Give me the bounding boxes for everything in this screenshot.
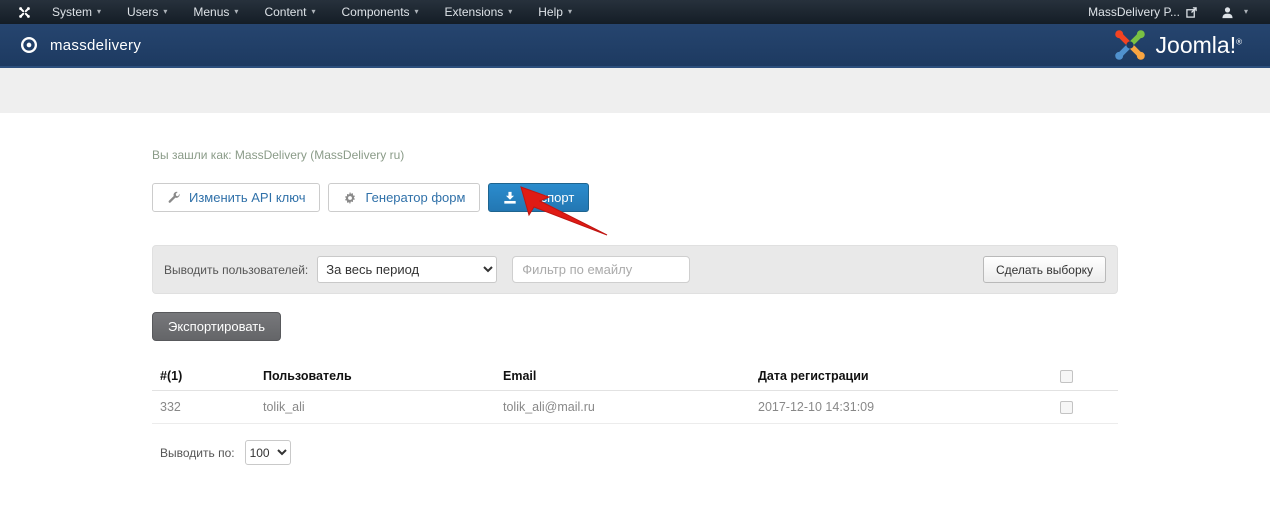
export-action-button[interactable]: Экспортировать [152, 312, 281, 341]
chevron-down-icon: ▾ [163, 8, 167, 16]
column-header: #(1) [152, 369, 255, 383]
change-api-key-label: Изменить API ключ [189, 190, 305, 205]
form-generator-label: Генератор форм [365, 190, 465, 205]
filter-label: Выводить пользователей: [164, 263, 308, 277]
joomla-favicon-icon[interactable] [18, 6, 31, 19]
chevron-down-icon: ▾ [415, 8, 419, 16]
menu-item-label: Menus [193, 5, 229, 19]
users-table: #(1)ПользовательEmailДата регистрации 33… [152, 364, 1118, 424]
menu-item-label: System [52, 5, 92, 19]
menu-item-menus[interactable]: Menus ▾ [180, 0, 251, 24]
joomla-x-icon [1112, 27, 1148, 63]
export-button[interactable]: Экспорт [488, 183, 589, 212]
chevron-down-icon: ▾ [1244, 8, 1248, 16]
menu-item-extensions[interactable]: Extensions ▾ [432, 0, 526, 24]
table-header-row: #(1)ПользовательEmailДата регистрации [152, 364, 1118, 391]
logged-in-as-text: Вы зашли как: MassDelivery (MassDelivery… [152, 113, 1118, 162]
menu-item-help[interactable]: Help ▾ [525, 0, 585, 24]
select-all-checkbox[interactable] [1060, 370, 1073, 383]
component-title-bar: massdelivery Joomla!® [0, 24, 1270, 68]
menu-item-label: Help [538, 5, 563, 19]
column-header: Пользователь [255, 369, 495, 383]
menu-item-label: Content [264, 5, 306, 19]
table-body: 332tolik_alitolik_ali@mail.ru2017-12-10 … [152, 391, 1118, 424]
menu-item-label: Users [127, 5, 158, 19]
email-filter-input[interactable] [512, 256, 690, 283]
bullseye-icon [20, 36, 38, 54]
change-api-key-button[interactable]: Изменить API ключ [152, 183, 320, 212]
cell-id: 332 [152, 400, 255, 414]
cell-user: tolik_ali [255, 400, 495, 414]
per-page-control: Выводить по: 100 [152, 440, 1118, 465]
chevron-down-icon: ▾ [311, 8, 315, 16]
column-header: Дата регистрации [750, 369, 1052, 383]
user-menu[interactable]: ▾ [1211, 6, 1258, 19]
column-header: Email [495, 369, 750, 383]
topbar-menu: System▾Users▾Menus▾Content▾Components▾Ex… [39, 0, 585, 24]
chevron-down-icon: ▾ [508, 8, 512, 16]
admin-top-bar: System▾Users▾Menus▾Content▾Components▾Ex… [0, 0, 1270, 24]
topbar-right: MassDelivery P... ▾ [1080, 5, 1258, 19]
row-checkbox[interactable] [1060, 401, 1073, 414]
chevron-down-icon: ▾ [234, 8, 238, 16]
wrench-icon [167, 191, 181, 205]
form-generator-button[interactable]: Генератор форм [328, 183, 480, 212]
menu-item-label: Components [341, 5, 409, 19]
gear-icon [343, 191, 357, 205]
menu-item-content[interactable]: Content ▾ [251, 0, 328, 24]
cell-email: tolik_ali@mail.ru [495, 400, 750, 414]
make-selection-button[interactable]: Сделать выборку [983, 256, 1106, 283]
menu-item-components[interactable]: Components ▾ [328, 0, 431, 24]
export-label: Экспорт [525, 190, 574, 205]
menu-item-system[interactable]: System ▾ [39, 0, 114, 24]
joomla-logo: Joomla!® [1112, 27, 1242, 63]
download-icon [503, 191, 517, 205]
period-select[interactable]: За весь период [317, 256, 497, 283]
site-preview-link[interactable]: MassDelivery P... [1080, 5, 1205, 19]
subhead-strip [0, 68, 1270, 113]
table-row: 332tolik_alitolik_ali@mail.ru2017-12-10 … [152, 391, 1118, 424]
site-preview-label: MassDelivery P... [1088, 5, 1180, 19]
external-link-icon [1186, 7, 1197, 18]
user-icon [1221, 6, 1234, 19]
action-buttons-row: Изменить API ключ Генератор форм Экспорт [152, 183, 1118, 212]
menu-item-users[interactable]: Users ▾ [114, 0, 180, 24]
cell-date: 2017-12-10 14:31:09 [750, 400, 1052, 414]
per-page-label: Выводить по: [160, 446, 235, 460]
chevron-down-icon: ▾ [97, 8, 101, 16]
menu-item-label: Extensions [445, 5, 504, 19]
page-title: massdelivery [50, 37, 141, 54]
main-content: Вы зашли как: MassDelivery (MassDelivery… [152, 113, 1118, 465]
chevron-down-icon: ▾ [568, 8, 572, 16]
per-page-select[interactable]: 100 [245, 440, 291, 465]
filter-bar: Выводить пользователей: За весь период С… [152, 245, 1118, 294]
joomla-wordmark: Joomla!® [1156, 32, 1242, 59]
